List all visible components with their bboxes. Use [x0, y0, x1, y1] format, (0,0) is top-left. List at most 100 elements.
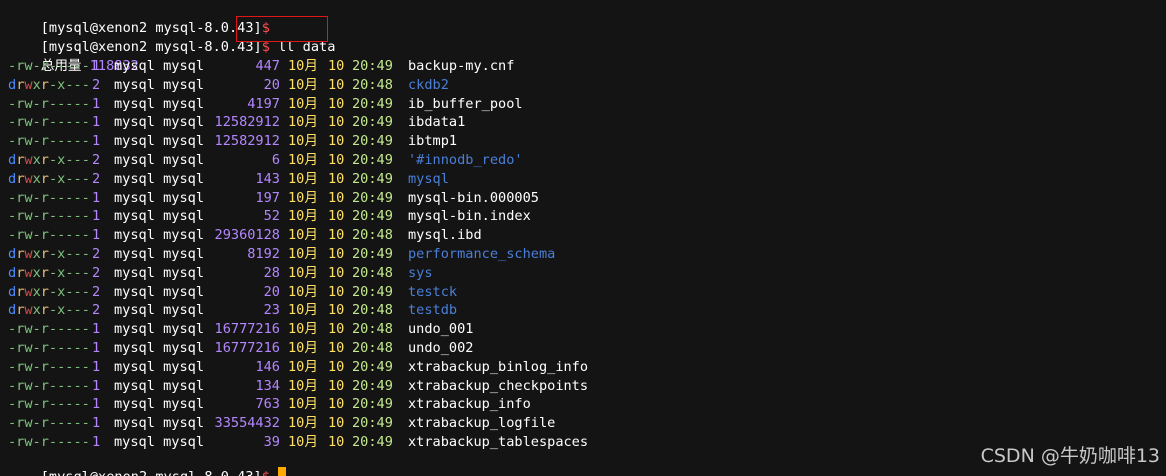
permissions: drwxr-x---	[8, 76, 90, 93]
file-size: 8192	[247, 246, 280, 262]
time: 20:48	[352, 321, 393, 338]
link-count: 1	[92, 415, 101, 432]
directory-name: '#innodb_redo'	[408, 152, 523, 168]
time: 20:48	[352, 227, 393, 244]
month: 10月	[288, 227, 318, 244]
file-size: 29360128	[214, 227, 280, 244]
owner-group: mysql mysql	[114, 58, 205, 74]
owner-group: mysql mysql	[114, 415, 205, 432]
day: 10	[328, 340, 345, 356]
time: 20:49	[352, 246, 393, 262]
file-size: 20	[263, 76, 280, 93]
directory-name: mysql	[408, 170, 449, 187]
list-item: drwxr-x--- 2 mysql mysql 20 10月 10 20:49 testck	[8, 283, 1166, 302]
time: 20:49	[352, 377, 393, 394]
permissions: -rw-r-----	[8, 133, 90, 150]
day: 10	[328, 152, 345, 168]
file-name: xtrabackup_checkpoints	[408, 377, 589, 394]
permissions: drwxr-x---	[8, 264, 90, 281]
list-item: -rw-r----- 1 mysql mysql 447 10月 10 20:49 backu…	[8, 57, 1166, 76]
directory-name: performance_schema	[408, 246, 556, 262]
link-count: 1	[92, 377, 101, 394]
day: 10	[328, 227, 345, 244]
list-item: -rw-r----- 1 mysql mysql 16777216 10月 10 20:48…	[8, 320, 1166, 339]
day: 10	[328, 396, 345, 413]
file-name: mysql.ibd	[408, 227, 482, 244]
permissions: -rw-r-----	[8, 358, 90, 375]
owner-group: mysql mysql	[114, 283, 205, 300]
file-name: ibdata1	[408, 114, 466, 131]
owner-group: mysql mysql	[114, 340, 205, 356]
month: 10月	[288, 302, 318, 319]
file-name: undo_001	[408, 321, 474, 338]
list-item: drwxr-x--- 2 mysql mysql 23 10月 10 20:48 testdb	[8, 301, 1166, 320]
day: 10	[328, 189, 345, 206]
time: 20:49	[352, 208, 393, 225]
day: 10	[328, 321, 345, 338]
file-size: 12582912	[214, 133, 280, 150]
file-size: 6	[271, 152, 280, 168]
owner-group: mysql mysql	[114, 95, 205, 112]
list-item: -rw-r----- 1 mysql mysql 52 10月 10 20:49 mysql-…	[8, 207, 1166, 226]
link-count: 1	[92, 321, 101, 338]
time: 20:49	[352, 114, 393, 131]
day: 10	[328, 95, 345, 112]
owner-group: mysql mysql	[114, 189, 205, 206]
file-size: 447	[255, 58, 280, 74]
time: 20:49	[352, 152, 393, 168]
prompt-symbol: $	[262, 469, 270, 476]
permissions: -rw-r-----	[8, 208, 90, 225]
permissions: drwxr-x---	[8, 152, 90, 168]
time: 20:48	[352, 340, 393, 356]
file-name: ib_buffer_pool	[408, 95, 523, 112]
link-count: 1	[92, 114, 101, 131]
link-count: 2	[92, 170, 101, 187]
link-count: 1	[92, 95, 101, 112]
time: 20:49	[352, 95, 393, 112]
link-count: 1	[92, 133, 101, 150]
time: 20:49	[352, 58, 393, 74]
day: 10	[328, 133, 345, 150]
file-name: xtrabackup_logfile	[408, 415, 556, 432]
time: 20:49	[352, 189, 393, 206]
owner-group: mysql mysql	[114, 227, 205, 244]
total-line: 总用量 118832	[8, 38, 1166, 74]
day: 10	[328, 170, 345, 187]
day: 10	[328, 208, 345, 225]
time: 20:48	[352, 76, 393, 93]
prompt-line-command: [mysql@xenon2 mysql-8.0.43]$ ll data	[8, 19, 1166, 55]
list-item: -rw-r----- 1 mysql mysql 29360128 10月 10 20:48…	[8, 226, 1166, 245]
list-item: -rw-r----- 1 mysql mysql 12582912 10月 10 20:49…	[8, 132, 1166, 151]
file-name: xtrabackup_info	[408, 396, 531, 413]
directory-name: ckdb2	[408, 76, 449, 93]
month: 10月	[288, 283, 318, 300]
link-count: 2	[92, 76, 101, 93]
link-count: 1	[92, 227, 101, 244]
link-count: 2	[92, 264, 101, 281]
month: 10月	[288, 170, 318, 187]
permissions: drwxr-x---	[8, 302, 90, 319]
month: 10月	[288, 377, 318, 394]
permissions: drwxr-x---	[8, 283, 90, 300]
link-count: 1	[92, 396, 101, 413]
link-count: 1	[92, 208, 101, 225]
time: 20:48	[352, 302, 393, 319]
permissions: drwxr-x---	[8, 170, 90, 187]
link-count: 1	[92, 358, 101, 375]
list-item: -rw-r----- 1 mysql mysql 12582912 10月 10 20:49…	[8, 113, 1166, 132]
cursor	[278, 467, 287, 476]
month: 10月	[288, 208, 318, 225]
owner-group: mysql mysql	[114, 321, 205, 338]
directory-name: testck	[408, 283, 458, 300]
permissions: -rw-r-----	[8, 95, 90, 112]
owner-group: mysql mysql	[114, 396, 205, 413]
list-item: drwxr-x--- 2 mysql mysql 28 10月 10 20:48 sys	[8, 264, 1166, 283]
terminal-window[interactable]: [mysql@xenon2 mysql-8.0.43]$ [mysql@xeno…	[0, 0, 1166, 476]
prompt-line-previous: [mysql@xenon2 mysql-8.0.43]$	[8, 0, 1166, 36]
day: 10	[328, 302, 345, 319]
permissions: -rw-r-----	[8, 415, 90, 432]
file-size: 23	[263, 302, 280, 319]
month: 10月	[288, 321, 318, 338]
month: 10月	[288, 189, 318, 206]
time: 20:49	[352, 415, 393, 432]
